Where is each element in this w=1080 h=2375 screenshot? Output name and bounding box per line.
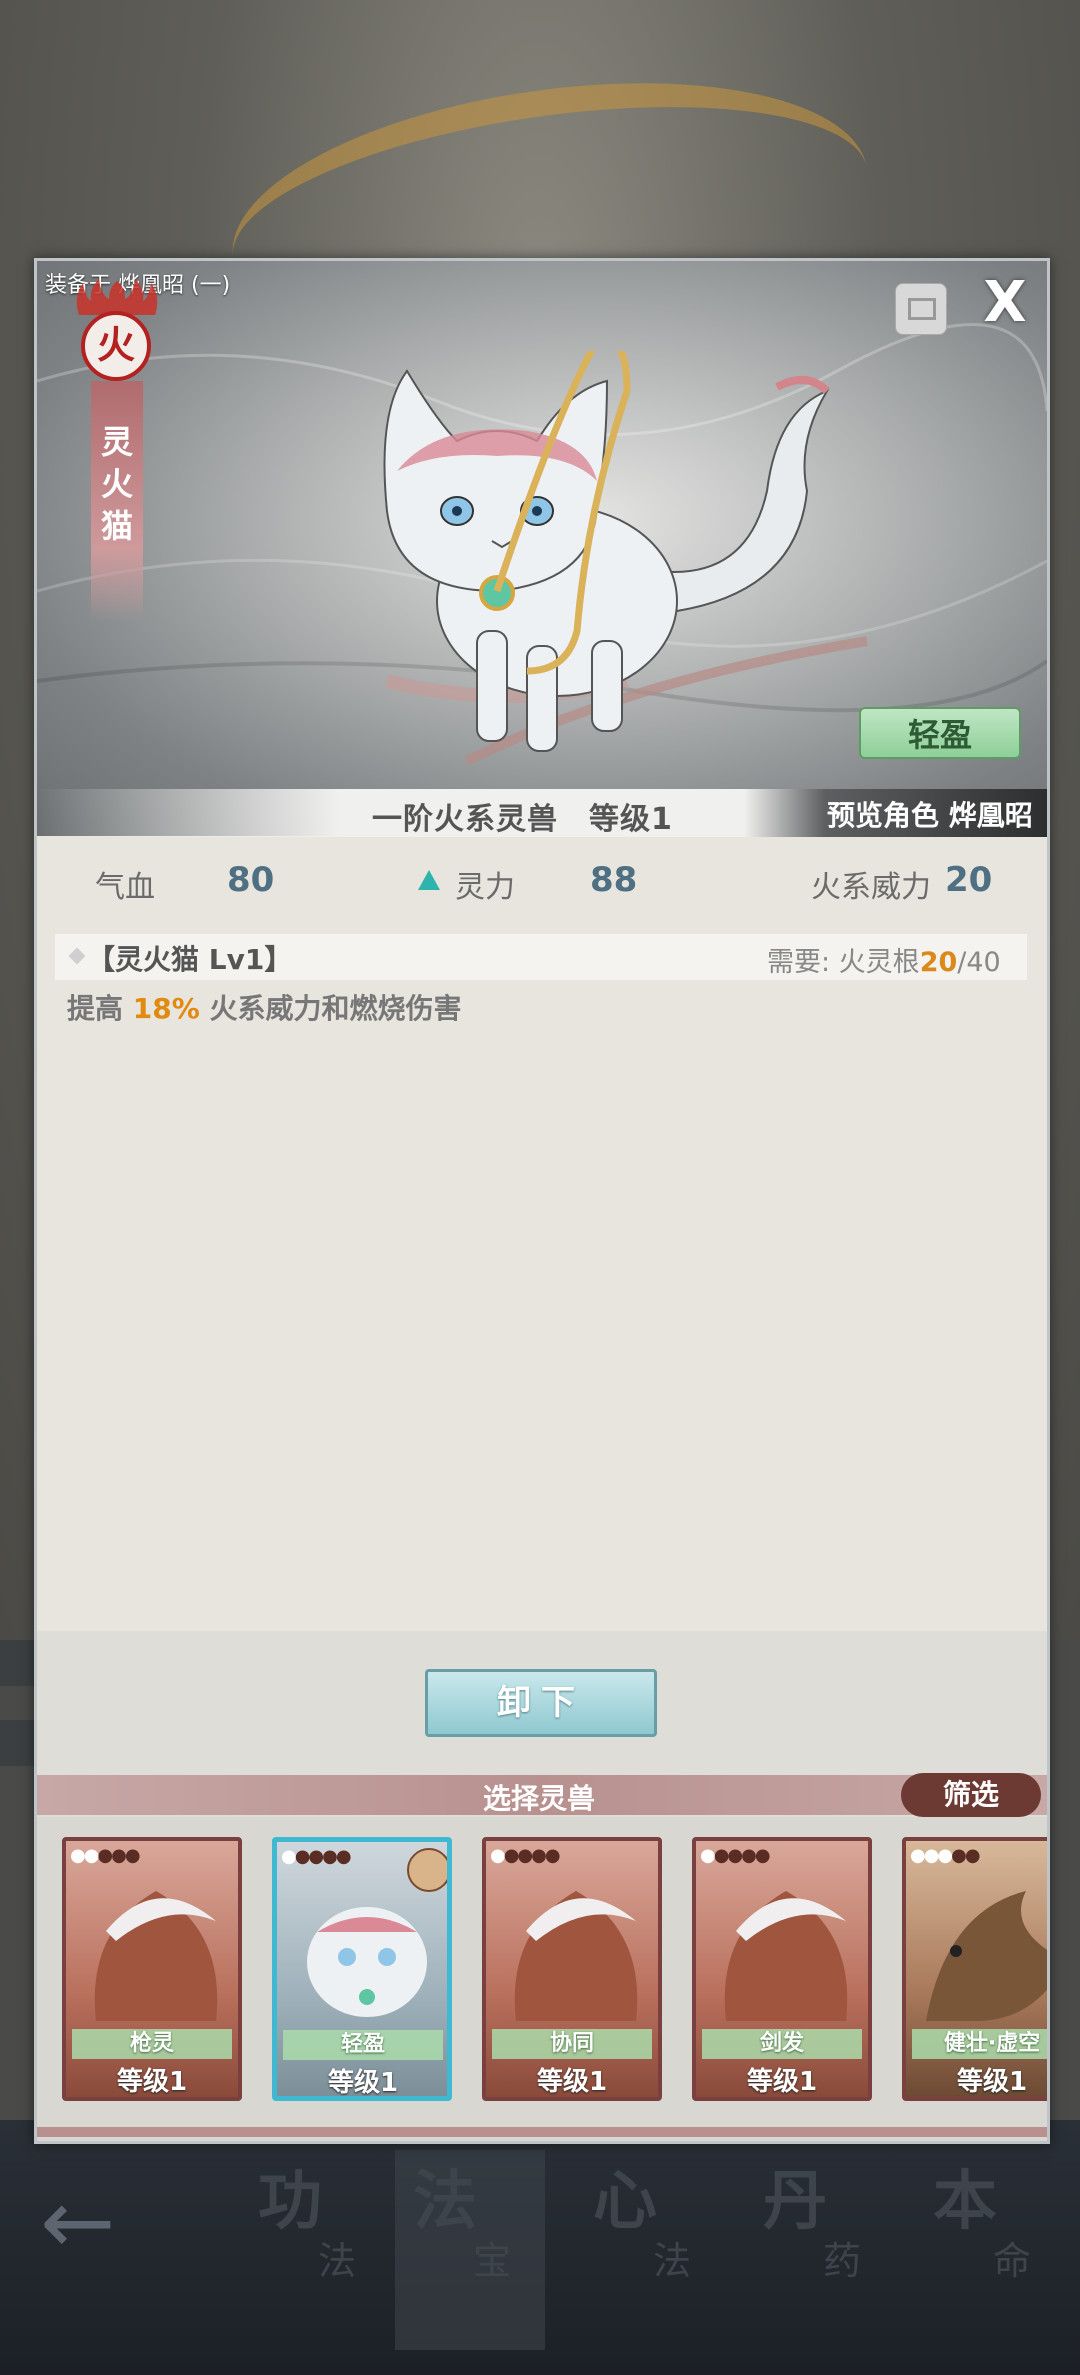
requirement-total: /40 bbox=[957, 947, 1001, 978]
requirement-current: 20 bbox=[919, 947, 958, 978]
paw-rating: ●●●●● bbox=[700, 1845, 771, 1866]
unequip-button[interactable]: 卸下 bbox=[425, 1669, 657, 1737]
beast-rank-level: 一阶火系灵兽 等级1 bbox=[372, 802, 673, 837]
beast-name-char: 灵 bbox=[100, 423, 133, 461]
spirit-fire-cat-illustration bbox=[383, 351, 868, 766]
beast-card-selected[interactable]: ●●●●● 轻盈 等级1 bbox=[272, 1837, 452, 2101]
beast-portrait bbox=[514, 1891, 638, 2021]
beast-portrait bbox=[724, 1891, 848, 2021]
nav-item-small-char: 法 bbox=[318, 2239, 357, 2283]
card-level: 等级1 bbox=[746, 2067, 818, 2097]
skill-description: 提高 18% 火系威力和燃烧伤害 bbox=[67, 987, 462, 1027]
spirit-label: 灵力 bbox=[455, 870, 515, 905]
nav-item-benming[interactable]: 本 命 bbox=[915, 2150, 1065, 2350]
card-name: 轻盈 bbox=[283, 2030, 443, 2060]
beast-card[interactable]: ●●●●● 枪灵 等级1 bbox=[62, 1837, 242, 2101]
left-edge-tab-1 bbox=[0, 1640, 36, 1686]
fire-power-label: 火系威力 bbox=[811, 870, 931, 905]
close-button[interactable]: X bbox=[977, 275, 1033, 331]
fire-power-value: 20 bbox=[945, 860, 993, 900]
beast-portrait bbox=[307, 1907, 427, 2017]
swap-button[interactable] bbox=[895, 283, 947, 335]
nav-item-xinfa[interactable]: 心 法 bbox=[575, 2150, 725, 2350]
left-edge-tab-2 bbox=[0, 1720, 36, 1766]
card-name: 健壮·虚空 bbox=[912, 2029, 1047, 2059]
skill-header: 【灵火猫 Lv1】 需要: 火灵根20/40 bbox=[55, 934, 1027, 980]
bottom-nav: ← 功 法 法 宝 心 法 丹 药 本 命 bbox=[0, 2130, 1080, 2375]
up-arrow-icon bbox=[418, 870, 440, 890]
back-arrow-icon[interactable]: ← bbox=[40, 2170, 115, 2275]
beast-card[interactable]: ●●●●● 剑发 等级1 bbox=[692, 1837, 872, 2101]
card-name: 枪灵 bbox=[72, 2029, 232, 2059]
element-char: 火 bbox=[81, 311, 151, 381]
spirit-value: 88 bbox=[590, 860, 638, 900]
beast-portrait bbox=[926, 1891, 1047, 2021]
card-level: 等级1 bbox=[327, 2068, 399, 2098]
nav-item-fabao[interactable]: 法 宝 bbox=[395, 2150, 545, 2350]
beast-card[interactable]: ●●●●● 健壮·虚空 等级1 bbox=[902, 1837, 1047, 2101]
paw-rating: ●●●●● bbox=[490, 1845, 561, 1866]
fire-element-badge: 火 bbox=[76, 279, 158, 383]
nav-item-big-char: 心 bbox=[593, 2164, 657, 2239]
beast-name-vertical: 灵 火 猫 bbox=[99, 421, 135, 547]
description-value: 18% bbox=[132, 992, 200, 1025]
nav-item-gongfa[interactable]: 功 法 bbox=[240, 2150, 390, 2350]
description-suffix: 火系威力和燃烧伤害 bbox=[199, 992, 462, 1025]
nav-item-big-char: 法 bbox=[413, 2164, 477, 2239]
nav-item-small-char: 药 bbox=[823, 2239, 862, 2283]
filter-button[interactable]: 筛选 bbox=[901, 1773, 1041, 1817]
nav-item-small-char: 法 bbox=[653, 2239, 692, 2283]
requirement-prefix: 需要: 火灵根 bbox=[767, 947, 920, 978]
nav-item-big-char: 本 bbox=[933, 2164, 997, 2239]
card-name: 协同 bbox=[492, 2029, 652, 2059]
card-level: 等级1 bbox=[956, 2067, 1028, 2097]
card-level: 等级1 bbox=[116, 2067, 188, 2097]
panel-bottom-line bbox=[37, 2127, 1047, 2137]
beast-card-list[interactable]: ●●●●● 枪灵 等级1 ●●●●● 轻盈 等级1 ●●●●● 协同 等级1 ●… bbox=[37, 1817, 1047, 2141]
trait-button[interactable]: 轻盈 bbox=[859, 707, 1021, 759]
paw-rating: ●●●●● bbox=[281, 1846, 352, 1867]
beast-card[interactable]: ●●●●● 协同 等级1 bbox=[482, 1837, 662, 2101]
card-level: 等级1 bbox=[536, 2067, 608, 2097]
beast-portrait bbox=[94, 1891, 218, 2021]
skill-requirement: 需要: 火灵根20/40 bbox=[767, 940, 1001, 979]
nav-item-small-char: 宝 bbox=[473, 2239, 512, 2283]
card-name: 剑发 bbox=[702, 2029, 862, 2059]
paw-rating: ●●●●● bbox=[910, 1845, 981, 1866]
beast-stats: 气血 80 灵力 88 火系威力 20 bbox=[37, 836, 1047, 926]
beast-name-char: 猫 bbox=[100, 507, 133, 545]
nav-item-big-char: 功 bbox=[258, 2164, 322, 2239]
select-beast-title: 选择灵兽 bbox=[483, 1782, 596, 1815]
diamond-icon bbox=[68, 947, 86, 965]
spirit-beast-panel: 装备于 烨凰昭 (一) 火 灵 火 猫 X 轻盈 一阶火系灵兽 等级1 预览角色… bbox=[34, 258, 1050, 2144]
swap-icon bbox=[908, 298, 936, 320]
nav-item-danyao[interactable]: 丹 药 bbox=[745, 2150, 895, 2350]
nav-item-big-char: 丹 bbox=[763, 2164, 827, 2239]
hp-label: 气血 bbox=[95, 870, 155, 905]
beast-name-char: 火 bbox=[100, 465, 133, 503]
skill-name: 【灵火猫 Lv1】 bbox=[87, 943, 293, 976]
paw-rating: ●●●●● bbox=[70, 1845, 141, 1866]
description-prefix: 提高 bbox=[67, 992, 133, 1025]
hp-value: 80 bbox=[227, 860, 275, 900]
preview-character: 预览角色 烨凰昭 bbox=[827, 799, 1033, 832]
nav-item-small-char: 命 bbox=[993, 2239, 1032, 2283]
